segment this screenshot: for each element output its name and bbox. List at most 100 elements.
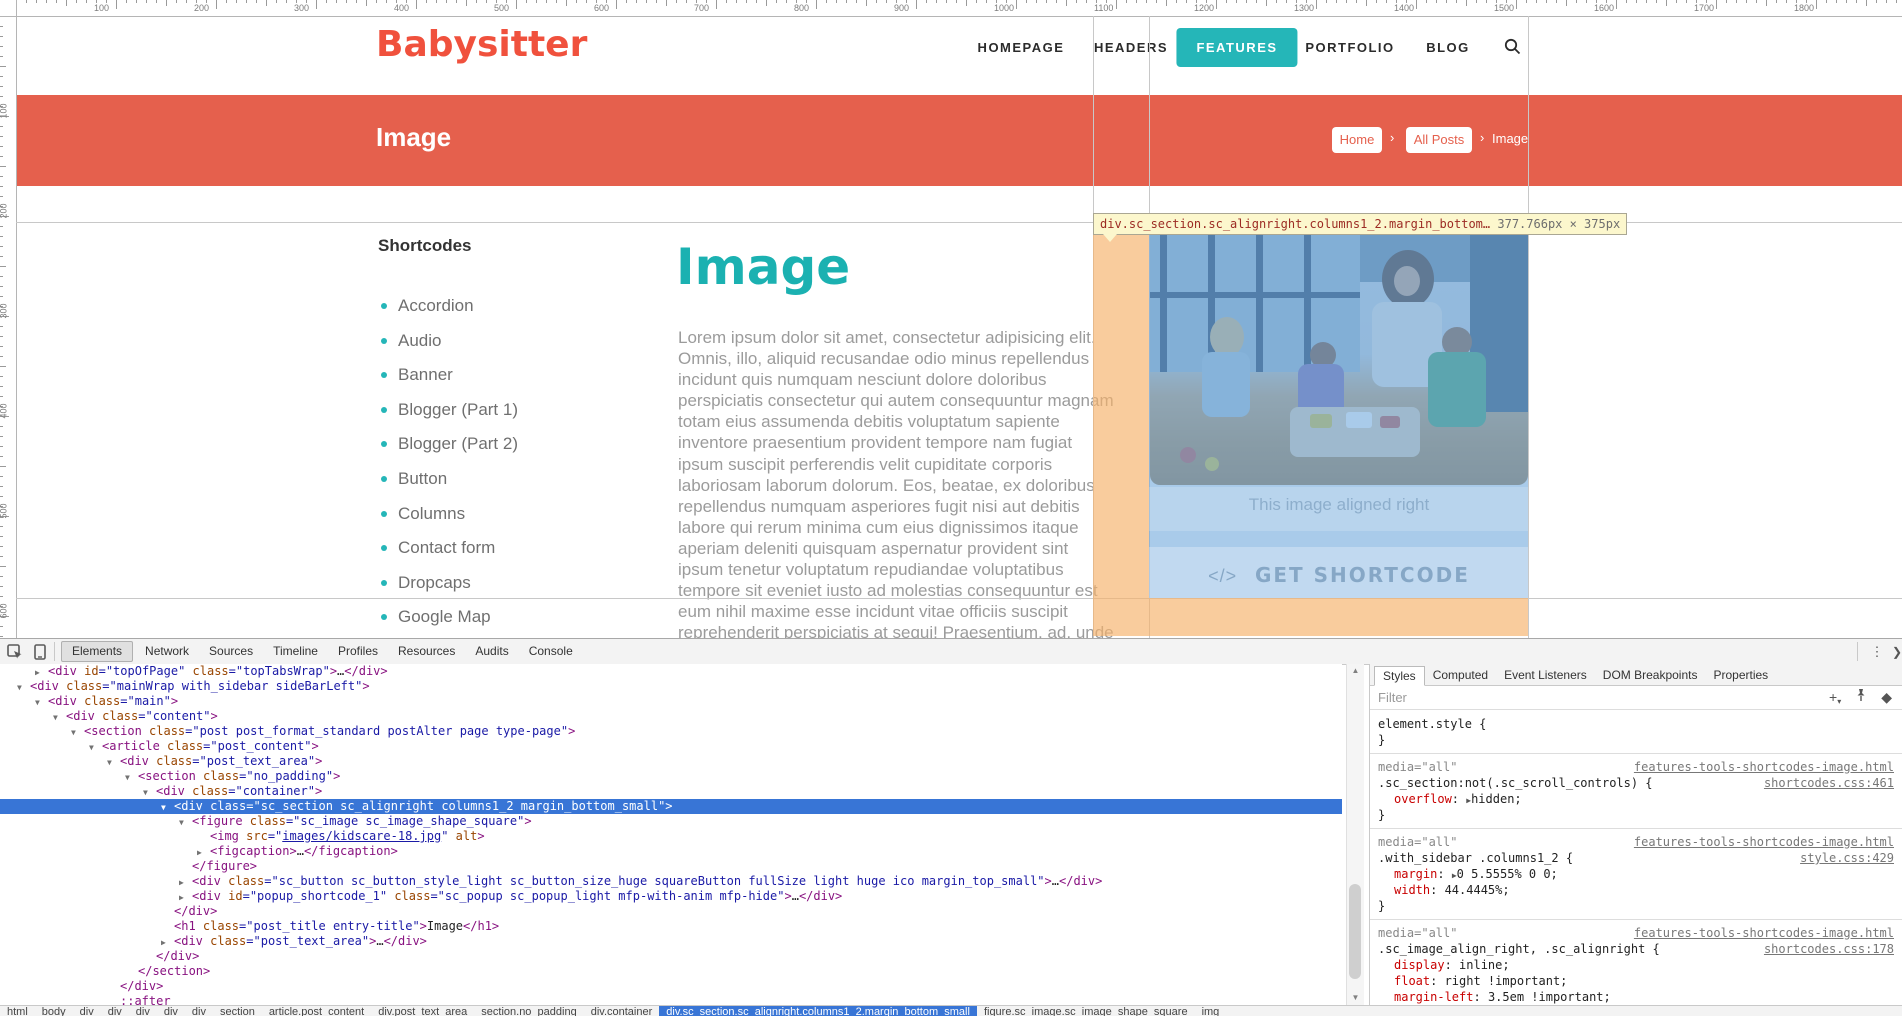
element-state-icon[interactable]: ◆ xyxy=(1881,688,1892,711)
breadcrumb-node-selected[interactable]: div.sc_section.sc_alignright.columns1_2.… xyxy=(659,1006,977,1016)
tree-row[interactable]: </div> xyxy=(0,979,1342,994)
nav-item-features[interactable]: FEATURES xyxy=(1176,28,1297,67)
nav-item-homepage[interactable]: HOMEPAGE xyxy=(978,40,1065,55)
expand-arrow-icon[interactable]: ▼ xyxy=(35,695,40,710)
collapse-arrow-icon[interactable]: ▶ xyxy=(179,890,184,905)
tree-row[interactable]: ::after xyxy=(0,994,1342,1005)
breadcrumb-node[interactable]: section.no_padding xyxy=(474,1006,583,1016)
devtools-tab-elements[interactable]: Elements xyxy=(61,641,133,662)
stylesheet-link[interactable]: shortcodes.css:178 xyxy=(1764,941,1894,957)
devtools-tab-sources[interactable]: Sources xyxy=(199,639,263,664)
sidebar-item[interactable]: Dropcaps xyxy=(378,573,638,597)
tree-row[interactable]: ▶<div class="post_text_area">…</div> xyxy=(0,934,1342,949)
stylesheet-link[interactable]: features-tools-shortcodes-image.html xyxy=(1634,925,1894,941)
tree-row[interactable]: ▶<div id="topOfPage" class="topTabsWrap"… xyxy=(0,664,1342,679)
tree-row[interactable]: </figure> xyxy=(0,859,1342,874)
tree-row[interactable]: ▶<div class="sc_button sc_button_style_l… xyxy=(0,874,1342,889)
sidebar-item[interactable]: Google Map xyxy=(378,607,638,631)
expand-arrow-icon[interactable]: ▼ xyxy=(125,770,130,785)
sidebar-item[interactable]: Blogger (Part 2) xyxy=(378,434,638,458)
tree-row[interactable]: ▼<section class="no_padding"> xyxy=(0,769,1342,784)
nav-item-portfolio[interactable]: PORTFOLIO xyxy=(1305,40,1394,55)
breadcrumb-node[interactable]: html xyxy=(0,1006,35,1016)
search-icon[interactable] xyxy=(1504,38,1521,55)
expand-arrow-icon[interactable]: ▼ xyxy=(161,800,166,815)
devtools-tab-audits[interactable]: Audits xyxy=(465,639,518,664)
devtools-tab-network[interactable]: Network xyxy=(135,639,199,664)
styles-tab-event-listeners[interactable]: Event Listeners xyxy=(1496,666,1595,684)
sidebar-item[interactable]: Columns xyxy=(378,504,638,528)
styles-tab-computed[interactable]: Computed xyxy=(1425,666,1496,684)
resource-link[interactable]: images/kidscare-18.jpg xyxy=(282,829,441,843)
device-mode-icon[interactable] xyxy=(30,642,50,661)
breadcrumb-node[interactable]: figure.sc_image.sc_image_shape_square xyxy=(977,1006,1195,1016)
devtools-tab-profiles[interactable]: Profiles xyxy=(328,639,388,664)
sidebar-item[interactable]: Button xyxy=(378,469,638,493)
devtools-tab-console[interactable]: Console xyxy=(519,639,583,664)
breadcrumb-node[interactable]: section xyxy=(213,1006,262,1016)
devtools-tab-timeline[interactable]: Timeline xyxy=(263,639,328,664)
breadcrumb-node[interactable]: body xyxy=(35,1006,73,1016)
inspect-element-icon[interactable] xyxy=(5,642,25,661)
styles-tab-styles[interactable]: Styles xyxy=(1374,666,1425,686)
tree-row[interactable]: </div> xyxy=(0,904,1342,919)
styles-tab-dom-breakpoints[interactable]: DOM Breakpoints xyxy=(1595,666,1706,684)
tree-row[interactable]: ▼<div class="main"> xyxy=(0,694,1342,709)
tree-row[interactable]: </section> xyxy=(0,964,1342,979)
sidebar-item[interactable]: Audio xyxy=(378,331,638,355)
expand-arrow-icon[interactable]: ▼ xyxy=(107,755,112,770)
aligned-image[interactable] xyxy=(1150,222,1528,485)
pin-icon[interactable] xyxy=(1855,688,1867,711)
breadcrumb-node[interactable]: div xyxy=(73,1006,101,1016)
elements-scrollbar[interactable]: ▲ ▼ xyxy=(1346,664,1364,1005)
breadcrumb-node[interactable]: div xyxy=(157,1006,185,1016)
collapse-arrow-icon[interactable]: ▶ xyxy=(197,845,202,860)
breadcrumb-node[interactable]: img xyxy=(1195,1006,1227,1016)
breadcrumb-node[interactable]: div.container xyxy=(584,1006,660,1016)
stylesheet-link[interactable]: style.css:429 xyxy=(1800,850,1894,866)
tree-row[interactable]: </div> xyxy=(0,949,1342,964)
scroll-down-icon[interactable]: ▼ xyxy=(1347,993,1364,1002)
tree-row[interactable]: ▼<article class="post_content"> xyxy=(0,739,1342,754)
stylesheet-link[interactable]: shortcodes.css:461 xyxy=(1764,775,1894,791)
collapse-arrow-icon[interactable]: ▶ xyxy=(179,875,184,890)
expand-arrow-icon[interactable]: ▼ xyxy=(89,740,94,755)
tree-row[interactable]: ▶<div id="popup_shortcode_1" class="sc_p… xyxy=(0,889,1342,904)
expand-arrow-icon[interactable]: ▼ xyxy=(71,725,76,740)
sidebar-item[interactable]: Contact form xyxy=(378,538,638,562)
breadcrumb-node[interactable]: div.post_text_area xyxy=(371,1006,474,1016)
tree-row[interactable]: ▼<div class="content"> xyxy=(0,709,1342,724)
expand-arrow-icon[interactable]: ▼ xyxy=(179,815,184,830)
stylesheet-link[interactable]: features-tools-shortcodes-image.html xyxy=(1634,834,1894,850)
tree-row[interactable]: ▼<div class="mainWrap with_sidebar sideB… xyxy=(0,679,1342,694)
collapse-arrow-icon[interactable]: ▶ xyxy=(35,665,40,680)
tree-row[interactable]: <img src="images/kidscare-18.jpg" alt> xyxy=(0,829,1342,844)
breadcrumb-node[interactable]: div xyxy=(101,1006,129,1016)
devtools-tab-resources[interactable]: Resources xyxy=(388,639,465,664)
tree-row[interactable]: ▼<figure class="sc_image sc_image_shape_… xyxy=(0,814,1342,829)
tree-row[interactable]: ▼<section class="post post_format_standa… xyxy=(0,724,1342,739)
nav-item-blog[interactable]: BLOG xyxy=(1426,40,1470,55)
new-style-rule-icon[interactable]: +▾ xyxy=(1829,688,1841,711)
expand-arrow-icon[interactable]: ▼ xyxy=(53,710,58,725)
dock-side-icon[interactable]: ❯ xyxy=(1892,642,1902,661)
collapse-arrow-icon[interactable]: ▶ xyxy=(161,935,166,950)
breadcrumb-home[interactable]: Home xyxy=(1332,127,1382,153)
sidebar-item[interactable]: Blogger (Part 1) xyxy=(378,400,638,424)
stylesheet-link[interactable]: features-tools-shortcodes-image.html xyxy=(1634,759,1894,775)
breadcrumb-all-posts[interactable]: All Posts xyxy=(1406,127,1472,153)
tree-row[interactable]: ▼<div class="post_text_area"> xyxy=(0,754,1342,769)
expand-arrow-icon[interactable]: ▼ xyxy=(143,785,148,800)
scroll-up-icon[interactable]: ▲ xyxy=(1347,666,1364,675)
overflow-menu-icon[interactable]: ⋮ xyxy=(1867,642,1887,661)
tree-row[interactable]: ▼<div class="container"> xyxy=(0,784,1342,799)
breadcrumb-node[interactable]: div xyxy=(185,1006,213,1016)
filter-input[interactable]: Filter xyxy=(1378,690,1407,705)
tree-row-selected[interactable]: ▼<div class="sc_section sc_alignright co… xyxy=(0,799,1342,814)
styles-tab-properties[interactable]: Properties xyxy=(1705,666,1776,684)
tree-row[interactable]: ▶<figcaption>…</figcaption> xyxy=(0,844,1342,859)
expand-arrow-icon[interactable]: ▼ xyxy=(17,680,22,695)
nav-item-headers[interactable]: HEADERS xyxy=(1094,40,1168,55)
site-logo[interactable]: Babysitter xyxy=(376,24,587,65)
get-shortcode-button[interactable]: </> GET SHORTCODE xyxy=(1150,563,1528,587)
